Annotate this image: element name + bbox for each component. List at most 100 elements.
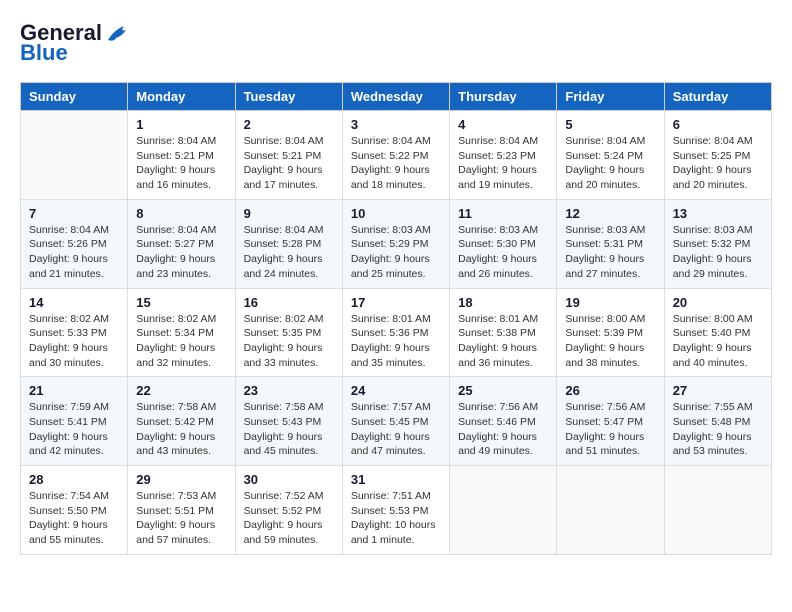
day-number: 17: [351, 295, 441, 310]
calendar-week-row: 21Sunrise: 7:59 AM Sunset: 5:41 PM Dayli…: [21, 377, 772, 466]
calendar-cell: 6 Sunrise: 8:04 AM Sunset: 5:25 PM Daylig…: [664, 111, 771, 200]
calendar-cell: 14Sunrise: 8:02 AM Sunset: 5:33 PM Dayli…: [21, 288, 128, 377]
logo-bird-icon: [104, 22, 134, 44]
day-number: 28: [29, 472, 119, 487]
day-number: 13: [673, 206, 763, 221]
day-number: 12: [565, 206, 655, 221]
day-number: 11: [458, 206, 548, 221]
calendar-cell: [450, 466, 557, 555]
day-info: Sunrise: 8:04 AM Sunset: 5:25 PM Dayligh…: [673, 134, 763, 193]
calendar-cell: 15 Sunrise: 8:02 AM Sunset: 5:34 PM Dayli…: [128, 288, 235, 377]
day-number: 2: [244, 117, 334, 132]
day-number: 29: [136, 472, 226, 487]
day-number: 30: [244, 472, 334, 487]
day-info: Sunrise: 8:04 AM Sunset: 5:24 PM Dayligh…: [565, 134, 655, 193]
day-info: Sunrise: 8:04 AM Sunset: 5:27 PM Dayligh…: [136, 223, 226, 282]
calendar-cell: 16 Sunrise: 8:02 AM Sunset: 5:35 PM Dayli…: [235, 288, 342, 377]
calendar-cell: 18Sunrise: 8:01 AM Sunset: 5:38 PM Dayli…: [450, 288, 557, 377]
day-info: Sunrise: 8:04 AM Sunset: 5:28 PM Dayligh…: [244, 223, 334, 282]
calendar-cell: 4 Sunrise: 8:04 AM Sunset: 5:23 PM Daylig…: [450, 111, 557, 200]
day-info: Sunrise: 8:02 AM Sunset: 5:34 PM Dayligh…: [136, 312, 226, 371]
day-number: 5: [565, 117, 655, 132]
calendar-week-row: 28 Sunrise: 7:54 AM Sunset: 5:50 PM Dayli…: [21, 466, 772, 555]
calendar-cell: 13 Sunrise: 8:03 AM Sunset: 5:32 PM Dayli…: [664, 199, 771, 288]
day-info: Sunrise: 8:04 AM Sunset: 5:22 PM Dayligh…: [351, 134, 441, 193]
day-number: 25: [458, 383, 548, 398]
day-number: 26: [565, 383, 655, 398]
day-info: Sunrise: 7:56 AM Sunset: 5:46 PM Dayligh…: [458, 400, 548, 459]
calendar-week-row: 14Sunrise: 8:02 AM Sunset: 5:33 PM Dayli…: [21, 288, 772, 377]
column-header-friday: Friday: [557, 83, 664, 111]
calendar-cell: 9 Sunrise: 8:04 AM Sunset: 5:28 PM Daylig…: [235, 199, 342, 288]
calendar-cell: 19 Sunrise: 8:00 AM Sunset: 5:39 PM Dayli…: [557, 288, 664, 377]
day-number: 6: [673, 117, 763, 132]
day-number: 23: [244, 383, 334, 398]
calendar-cell: 23Sunrise: 7:58 AM Sunset: 5:43 PM Dayli…: [235, 377, 342, 466]
day-info: Sunrise: 8:00 AM Sunset: 5:39 PM Dayligh…: [565, 312, 655, 371]
calendar-cell: 8 Sunrise: 8:04 AM Sunset: 5:27 PM Daylig…: [128, 199, 235, 288]
day-number: 7: [29, 206, 119, 221]
column-header-tuesday: Tuesday: [235, 83, 342, 111]
day-info: Sunrise: 8:04 AM Sunset: 5:26 PM Dayligh…: [29, 223, 119, 282]
day-info: Sunrise: 8:04 AM Sunset: 5:23 PM Dayligh…: [458, 134, 548, 193]
calendar-cell: 20 Sunrise: 8:00 AM Sunset: 5:40 PM Dayli…: [664, 288, 771, 377]
calendar-cell: 30Sunrise: 7:52 AM Sunset: 5:52 PM Dayli…: [235, 466, 342, 555]
day-info: Sunrise: 7:58 AM Sunset: 5:42 PM Dayligh…: [136, 400, 226, 459]
day-info: Sunrise: 8:03 AM Sunset: 5:31 PM Dayligh…: [565, 223, 655, 282]
day-info: Sunrise: 7:55 AM Sunset: 5:48 PM Dayligh…: [673, 400, 763, 459]
calendar-cell: [664, 466, 771, 555]
day-number: 4: [458, 117, 548, 132]
calendar-cell: 5 Sunrise: 8:04 AM Sunset: 5:24 PM Daylig…: [557, 111, 664, 200]
day-number: 18: [458, 295, 548, 310]
calendar-cell: 22 Sunrise: 7:58 AM Sunset: 5:42 PM Dayli…: [128, 377, 235, 466]
day-info: Sunrise: 7:56 AM Sunset: 5:47 PM Dayligh…: [565, 400, 655, 459]
calendar-cell: 26 Sunrise: 7:56 AM Sunset: 5:47 PM Dayli…: [557, 377, 664, 466]
day-number: 22: [136, 383, 226, 398]
day-number: 8: [136, 206, 226, 221]
day-info: Sunrise: 7:54 AM Sunset: 5:50 PM Dayligh…: [29, 489, 119, 548]
day-number: 3: [351, 117, 441, 132]
day-info: Sunrise: 7:51 AM Sunset: 5:53 PM Dayligh…: [351, 489, 441, 548]
calendar-cell: 27 Sunrise: 7:55 AM Sunset: 5:48 PM Dayli…: [664, 377, 771, 466]
calendar-cell: 21Sunrise: 7:59 AM Sunset: 5:41 PM Dayli…: [21, 377, 128, 466]
day-number: 10: [351, 206, 441, 221]
calendar-header-row: SundayMondayTuesdayWednesdayThursdayFrid…: [21, 83, 772, 111]
page-header: General Blue: [20, 20, 772, 66]
day-info: Sunrise: 8:03 AM Sunset: 5:30 PM Dayligh…: [458, 223, 548, 282]
calendar-cell: 2 Sunrise: 8:04 AM Sunset: 5:21 PM Daylig…: [235, 111, 342, 200]
day-number: 27: [673, 383, 763, 398]
logo: General Blue: [20, 20, 134, 66]
calendar-cell: 7 Sunrise: 8:04 AM Sunset: 5:26 PM Daylig…: [21, 199, 128, 288]
calendar-cell: 24Sunrise: 7:57 AM Sunset: 5:45 PM Dayli…: [342, 377, 449, 466]
day-info: Sunrise: 8:00 AM Sunset: 5:40 PM Dayligh…: [673, 312, 763, 371]
calendar-cell: [21, 111, 128, 200]
calendar-cell: 17 Sunrise: 8:01 AM Sunset: 5:36 PM Dayli…: [342, 288, 449, 377]
column-header-monday: Monday: [128, 83, 235, 111]
day-number: 16: [244, 295, 334, 310]
calendar-cell: 28 Sunrise: 7:54 AM Sunset: 5:50 PM Dayli…: [21, 466, 128, 555]
logo-blue: Blue: [20, 40, 68, 66]
calendar-week-row: 1Sunrise: 8:04 AM Sunset: 5:21 PM Daylig…: [21, 111, 772, 200]
day-info: Sunrise: 8:01 AM Sunset: 5:36 PM Dayligh…: [351, 312, 441, 371]
day-info: Sunrise: 8:04 AM Sunset: 5:21 PM Dayligh…: [136, 134, 226, 193]
day-number: 31: [351, 472, 441, 487]
day-number: 15: [136, 295, 226, 310]
calendar-cell: 11 Sunrise: 8:03 AM Sunset: 5:30 PM Dayli…: [450, 199, 557, 288]
day-number: 14: [29, 295, 119, 310]
calendar-table: SundayMondayTuesdayWednesdayThursdayFrid…: [20, 82, 772, 555]
calendar-cell: 1Sunrise: 8:04 AM Sunset: 5:21 PM Daylig…: [128, 111, 235, 200]
calendar-cell: [557, 466, 664, 555]
column-header-thursday: Thursday: [450, 83, 557, 111]
day-number: 24: [351, 383, 441, 398]
day-number: 9: [244, 206, 334, 221]
day-info: Sunrise: 8:03 AM Sunset: 5:32 PM Dayligh…: [673, 223, 763, 282]
day-info: Sunrise: 8:04 AM Sunset: 5:21 PM Dayligh…: [244, 134, 334, 193]
day-info: Sunrise: 8:02 AM Sunset: 5:35 PM Dayligh…: [244, 312, 334, 371]
calendar-cell: 10Sunrise: 8:03 AM Sunset: 5:29 PM Dayli…: [342, 199, 449, 288]
day-number: 19: [565, 295, 655, 310]
calendar-cell: 29 Sunrise: 7:53 AM Sunset: 5:51 PM Dayli…: [128, 466, 235, 555]
calendar-cell: 25 Sunrise: 7:56 AM Sunset: 5:46 PM Dayli…: [450, 377, 557, 466]
day-info: Sunrise: 7:53 AM Sunset: 5:51 PM Dayligh…: [136, 489, 226, 548]
day-number: 20: [673, 295, 763, 310]
calendar-cell: 3 Sunrise: 8:04 AM Sunset: 5:22 PM Daylig…: [342, 111, 449, 200]
